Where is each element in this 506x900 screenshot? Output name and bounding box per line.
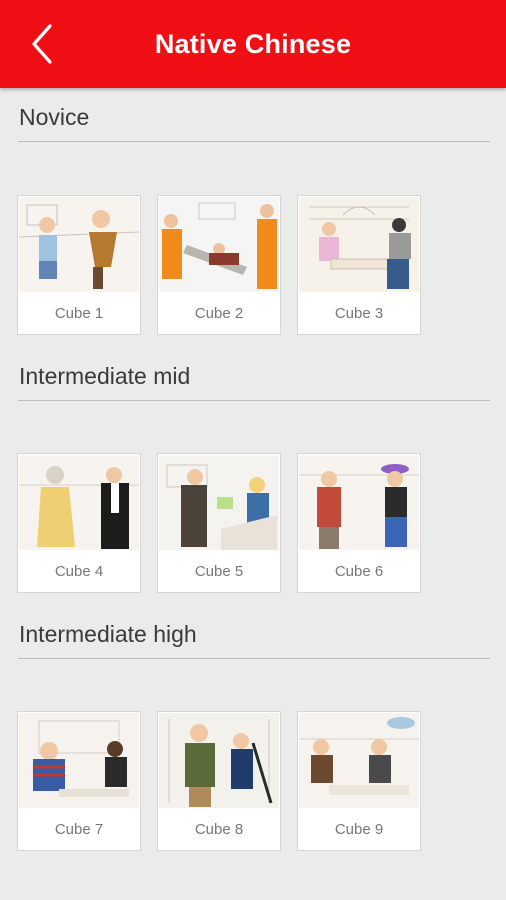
cube-label: Cube 4 [54, 562, 104, 580]
cube-label: Cube 1 [54, 304, 104, 322]
cube-label: Cube 5 [194, 562, 244, 580]
cube-card-1[interactable]: Cube 1 [17, 195, 141, 335]
top-app-bar: Native Chinese [0, 0, 506, 88]
cube-card-7[interactable]: Cube 7 [17, 711, 141, 851]
cube-illustration [159, 197, 279, 292]
cube-illustration [299, 197, 419, 292]
cube-illustration [299, 455, 419, 550]
cube-card-8[interactable]: Cube 8 [157, 711, 281, 851]
section-title-intermediate-mid: Intermediate mid [19, 363, 191, 389]
page-title: Native Chinese [154, 28, 352, 59]
cube-label: Cube 2 [194, 304, 244, 322]
cube-label: Cube 6 [334, 562, 384, 580]
cube-card-2[interactable]: Cube 2 [157, 195, 281, 335]
cube-card-6[interactable]: Cube 6 [297, 453, 421, 593]
cube-card-4[interactable]: Cube 4 [17, 453, 141, 593]
cube-illustration [19, 197, 139, 292]
cube-label: Cube 8 [194, 820, 244, 838]
cube-illustration [19, 455, 139, 550]
cube-label: Cube 7 [54, 820, 104, 838]
cube-illustration [19, 713, 139, 808]
cube-label: Cube 3 [334, 304, 384, 322]
section-divider [18, 658, 490, 659]
cube-label: Cube 9 [334, 820, 384, 838]
cube-card-9[interactable]: Cube 9 [297, 711, 421, 851]
section-divider [18, 141, 490, 142]
section-divider [18, 400, 490, 401]
section-title-novice: Novice [19, 104, 90, 130]
section-title-intermediate-high: Intermediate high [19, 621, 197, 647]
cube-card-5[interactable]: Cube 5 [157, 453, 281, 593]
cube-illustration [159, 455, 279, 550]
cube-illustration [159, 713, 279, 808]
cube-card-3[interactable]: Cube 3 [297, 195, 421, 335]
cube-illustration [299, 713, 419, 808]
